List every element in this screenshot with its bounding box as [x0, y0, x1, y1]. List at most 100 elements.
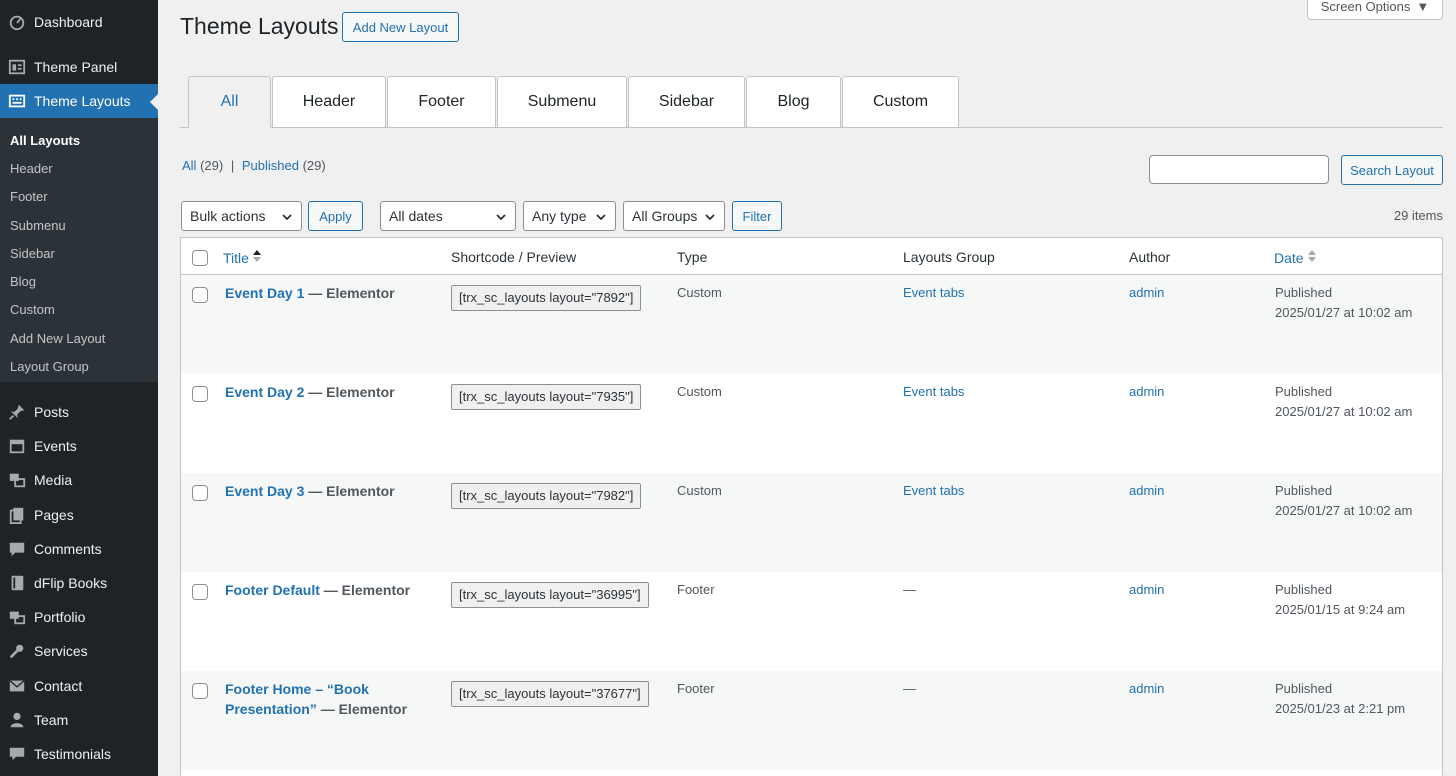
chevron-down-icon — [595, 210, 607, 226]
row-status: Published — [1275, 285, 1333, 300]
row-shortcode[interactable]: [trx_sc_layouts layout="37677"] — [451, 681, 649, 707]
groups-value: All Groups — [632, 208, 698, 224]
tab-all[interactable]: All — [188, 76, 271, 128]
row-group: — — [903, 582, 916, 597]
table-row: Event Day 1 — Elementor [trx_sc_layouts … — [181, 275, 1442, 374]
tab-header[interactable]: Header — [272, 76, 386, 128]
column-author: Author — [1129, 249, 1171, 265]
row-checkbox[interactable] — [192, 683, 208, 699]
row-title-link[interactable]: Event Day 1 — [225, 285, 304, 301]
submenu-layout-group[interactable]: Layout Group — [0, 352, 158, 380]
menu-theme-layouts[interactable]: Theme Layouts — [0, 84, 158, 118]
row-title-suffix: — Elementor — [304, 483, 395, 499]
row-date: Published 2025/01/27 at 10:02 am — [1275, 481, 1412, 521]
row-shortcode[interactable]: [trx_sc_layouts layout="7892"] — [451, 285, 642, 311]
submenu-header[interactable]: Header — [0, 154, 158, 182]
menu-events[interactable]: Events — [0, 429, 158, 463]
tab-submenu[interactable]: Submenu — [497, 76, 627, 128]
chevron-down-icon — [281, 210, 293, 226]
submenu-submenu[interactable]: Submenu — [0, 211, 158, 239]
row-checkbox[interactable] — [192, 386, 208, 402]
row-title-suffix: — Elementor — [316, 701, 408, 717]
book-icon — [0, 574, 34, 592]
column-date[interactable]: Date — [1274, 249, 1316, 266]
submenu-sidebar[interactable]: Sidebar — [0, 239, 158, 267]
row-group-link[interactable]: Event tabs — [903, 481, 964, 501]
row-title-link[interactable]: Event Day 3 — [225, 483, 304, 499]
caret-down-icon: ▼ — [1416, 0, 1430, 14]
tab-footer[interactable]: Footer — [387, 76, 496, 128]
layouts-submenu: All Layouts Header Footer Submenu Sideba… — [0, 118, 158, 382]
bulk-actions-value: Bulk actions — [190, 208, 266, 224]
row-group-link[interactable]: Event tabs — [903, 382, 964, 402]
row-date-value: 2025/01/23 at 2:21 pm — [1275, 701, 1406, 716]
view-published-link[interactable]: Published — [242, 158, 299, 173]
submenu-custom[interactable]: Custom — [0, 296, 158, 324]
search-input[interactable] — [1149, 155, 1329, 184]
row-checkbox[interactable] — [192, 584, 208, 600]
table-row: Event Day 3 — Elementor [trx_sc_layouts … — [181, 473, 1442, 572]
layouts-icon — [0, 92, 34, 110]
layouts-table: Title Shortcode / Preview Type Layouts G… — [180, 237, 1443, 776]
menu-posts[interactable]: Posts — [0, 395, 158, 429]
search-layout-button[interactable]: Search Layout — [1341, 155, 1443, 185]
type-select[interactable]: Any type — [523, 201, 616, 231]
row-title-link[interactable]: Footer Default — [225, 582, 320, 598]
menu-media[interactable]: Media — [0, 463, 158, 497]
row-checkbox[interactable] — [192, 287, 208, 303]
row-title-suffix: — Elementor — [319, 582, 411, 598]
tab-custom[interactable]: Custom — [842, 76, 959, 128]
menu-pages[interactable]: Pages — [0, 498, 158, 532]
column-title-label: Title — [223, 249, 249, 266]
select-all-checkbox[interactable] — [192, 250, 208, 266]
dashboard-icon — [0, 13, 34, 31]
submenu-all-layouts[interactable]: All Layouts — [0, 126, 158, 154]
menu-dflip-books[interactable]: dFlip Books — [0, 566, 158, 600]
row-shortcode[interactable]: [trx_sc_layouts layout="36995"] — [451, 582, 649, 608]
screen-options-button[interactable]: Screen Options ▼ — [1307, 0, 1443, 20]
menu-theme-panel[interactable]: Theme Panel — [0, 50, 158, 84]
row-checkbox[interactable] — [192, 485, 208, 501]
menu-comments[interactable]: Comments — [0, 532, 158, 566]
wrench-icon — [0, 642, 34, 660]
row-author-link[interactable]: admin — [1129, 382, 1164, 402]
column-title[interactable]: Title — [223, 249, 261, 266]
view-all-link[interactable]: All — [182, 158, 196, 173]
row-title-link[interactable]: Event Day 2 — [225, 384, 304, 400]
dates-select[interactable]: All dates — [380, 201, 516, 231]
theme-panel-icon — [0, 58, 34, 76]
row-author-link[interactable]: admin — [1129, 481, 1164, 501]
menu-dashboard[interactable]: Dashboard — [0, 5, 158, 39]
column-group: Layouts Group — [903, 249, 995, 265]
filter-button[interactable]: Filter — [732, 201, 782, 231]
row-author-link[interactable]: admin — [1129, 679, 1164, 699]
user-icon — [0, 711, 34, 729]
submenu-footer[interactable]: Footer — [0, 183, 158, 211]
comment-icon — [0, 540, 34, 558]
submenu-add-new-layout[interactable]: Add New Layout — [0, 324, 158, 352]
sort-indicator-icon — [1307, 249, 1316, 266]
menu-services[interactable]: Services — [0, 634, 158, 668]
row-type: Footer — [677, 681, 715, 696]
row-date: Published 2025/01/27 at 10:02 am — [1275, 283, 1412, 323]
row-type: Custom — [677, 285, 722, 300]
row-date-value: 2025/01/27 at 10:02 am — [1275, 404, 1413, 419]
menu-team[interactable]: Team — [0, 703, 158, 737]
tab-sidebar[interactable]: Sidebar — [628, 76, 745, 128]
row-date-value: 2025/01/27 at 10:02 am — [1275, 305, 1413, 320]
row-shortcode[interactable]: [trx_sc_layouts layout="7935"] — [451, 384, 642, 410]
menu-testimonials[interactable]: Testimonials — [0, 737, 158, 771]
menu-portfolio[interactable]: Portfolio — [0, 600, 158, 634]
row-author-link[interactable]: admin — [1129, 283, 1164, 303]
apply-button[interactable]: Apply — [308, 201, 363, 231]
row-shortcode[interactable]: [trx_sc_layouts layout="7982"] — [451, 483, 642, 509]
row-group-link[interactable]: Event tabs — [903, 283, 964, 303]
menu-contact[interactable]: Contact — [0, 669, 158, 703]
row-author-link[interactable]: admin — [1129, 580, 1164, 600]
groups-select[interactable]: All Groups — [623, 201, 725, 231]
add-new-layout-button[interactable]: Add New Layout — [342, 12, 459, 42]
items-count: 29 items — [1393, 208, 1443, 223]
tab-blog[interactable]: Blog — [746, 76, 841, 128]
bulk-actions-select[interactable]: Bulk actions — [181, 201, 302, 231]
submenu-blog[interactable]: Blog — [0, 267, 158, 295]
